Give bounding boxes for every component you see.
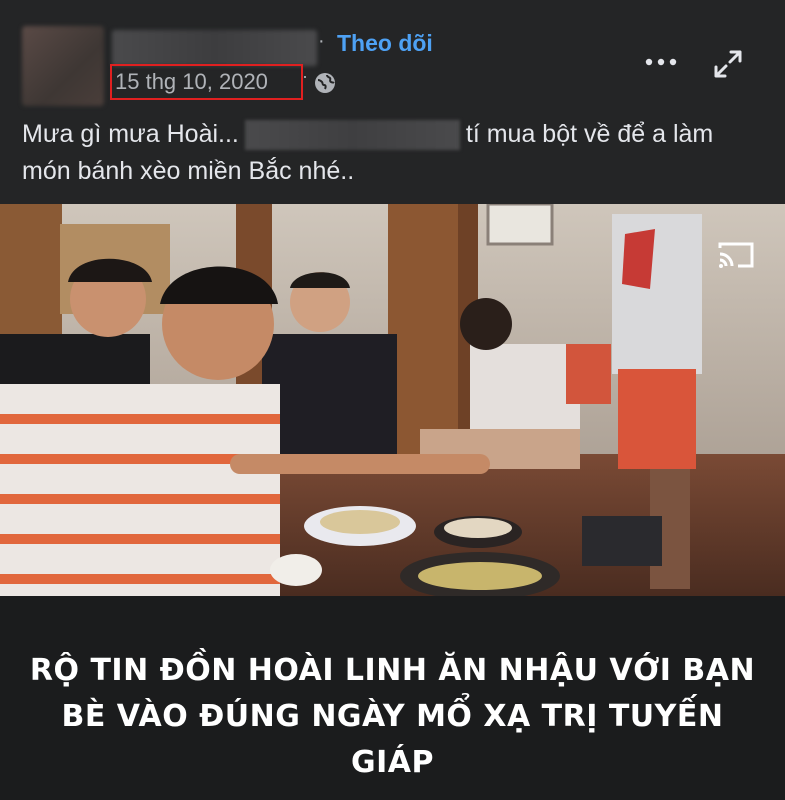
expand-icon[interactable] xyxy=(712,48,744,80)
separator-dot: · xyxy=(318,30,325,52)
caption-redacted xyxy=(244,120,460,151)
post-caption: Mưa gì mưa Hoài... tí mua bột về để a làm… xyxy=(22,116,767,190)
video-frame xyxy=(0,204,785,596)
video-player[interactable] xyxy=(0,204,785,596)
date-separator-dot: · xyxy=(302,66,308,86)
news-headline: RỘ TIN ĐỒN HOÀI LINH ĂN NHẬU VỚI BẠN BÈ … xyxy=(29,653,756,780)
post-header: · Theo dõi 15 thg 10, 2020 · Mưa gì mưa … xyxy=(0,0,785,200)
avatar[interactable] xyxy=(22,26,104,106)
more-options-icon[interactable] xyxy=(643,52,679,72)
cast-icon[interactable] xyxy=(716,238,756,270)
author-name-redacted[interactable] xyxy=(112,30,317,66)
caption-text-start: Mưa gì mưa Hoài... xyxy=(22,120,239,148)
globe-icon xyxy=(315,73,335,93)
post-date[interactable]: 15 thg 10, 2020 xyxy=(115,69,268,95)
follow-button[interactable]: Theo dõi xyxy=(337,30,433,57)
